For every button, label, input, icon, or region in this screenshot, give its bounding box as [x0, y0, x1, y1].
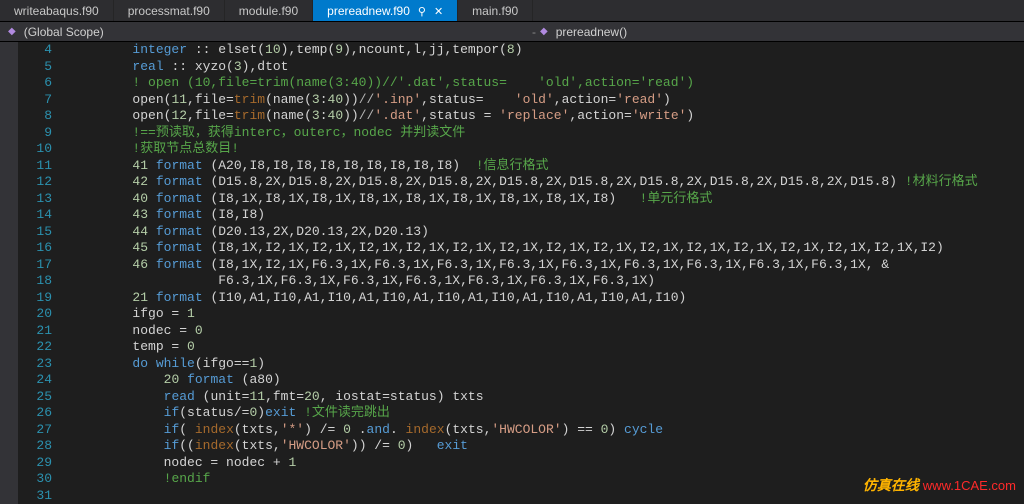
code-editor[interactable]: 4567891011121314151617181920212223242526…: [0, 42, 1024, 504]
code-line[interactable]: 21 format (I10,A1,I10,A1,I10,A1,I10,A1,I…: [70, 290, 978, 307]
code-line[interactable]: if((index(txts,'HWCOLOR')) /= 0) exit: [70, 438, 978, 455]
line-number: 29: [18, 455, 52, 472]
tab-writeabaqus-f90[interactable]: writeabaqus.f90: [0, 0, 114, 21]
line-number: 10: [18, 141, 52, 158]
line-number: 5: [18, 59, 52, 76]
code-line[interactable]: do while(ifgo==1): [70, 356, 978, 373]
code-line[interactable]: !获取节点总数目!: [70, 141, 978, 158]
code-line[interactable]: ifgo = 1: [70, 306, 978, 323]
code-line[interactable]: 42 format (D15.8,2X,D15.8,2X,D15.8,2X,D1…: [70, 174, 978, 191]
breadcrumb: ◆ (Global Scope) - ◆ prereadnew(): [0, 22, 1024, 42]
code-line[interactable]: ! open (10,file=trim(name(3:40))//'.dat'…: [70, 75, 978, 92]
code-line[interactable]: temp = 0: [70, 339, 978, 356]
code-line[interactable]: read (unit=11,fmt=20, iostat=status) txt…: [70, 389, 978, 406]
code-line[interactable]: if( index(txts,'*') /= 0 .and. index(txt…: [70, 422, 978, 439]
code-line[interactable]: 40 format (I8,1X,I8,1X,I8,1X,I8,1X,I8,1X…: [70, 191, 978, 208]
code-line[interactable]: open(12,file=trim(name(3:40))//'.dat',st…: [70, 108, 978, 125]
line-number: 19: [18, 290, 52, 307]
method-icon: ◆: [540, 26, 548, 37]
code-line[interactable]: 44 format (D20.13,2X,D20.13,2X,D20.13): [70, 224, 978, 241]
code-line[interactable]: if(status/=0)exit !文件读完跳出: [70, 405, 978, 422]
tab-module-f90[interactable]: module.f90: [225, 0, 313, 21]
code-line[interactable]: !endif: [70, 471, 978, 488]
code-line[interactable]: 45 format (I8,1X,I2,1X,I2,1X,I2,1X,I2,1X…: [70, 240, 978, 257]
code-line[interactable]: F6.3,1X,F6.3,1X,F6.3,1X,F6.3,1X,F6.3,1X,…: [70, 273, 978, 290]
code-line[interactable]: 20 format (a80): [70, 372, 978, 389]
watermark: 仿真在线 www.1CAE.com: [863, 475, 1016, 495]
file-tabs: writeabaqus.f90processmat.f90module.f90p…: [0, 0, 1024, 22]
pin-icon[interactable]: ⚲: [418, 6, 426, 18]
line-number: 31: [18, 488, 52, 504]
line-number: 9: [18, 125, 52, 142]
line-number: 20: [18, 306, 52, 323]
line-number: 14: [18, 207, 52, 224]
code-line[interactable]: 46 format (I8,1X,I2,1X,F6.3,1X,F6.3,1X,F…: [70, 257, 978, 274]
indicator-margin: [0, 42, 18, 504]
line-number: 22: [18, 339, 52, 356]
code-line[interactable]: 41 format (A20,I8,I8,I8,I8,I8,I8,I8,I8,I…: [70, 158, 978, 175]
code-line[interactable]: nodec = nodec + 1: [70, 455, 978, 472]
code-line[interactable]: integer :: elset(10),temp(9),ncount,l,jj…: [70, 42, 978, 59]
tab-prereadnew-f90[interactable]: prereadnew.f90⚲✕: [313, 0, 458, 21]
code-line[interactable]: open(11,file=trim(name(3:40))//'.inp',st…: [70, 92, 978, 109]
scope-icon: ◆: [8, 26, 16, 37]
code-line[interactable]: nodec = 0: [70, 323, 978, 340]
line-number-gutter: 4567891011121314151617181920212223242526…: [18, 42, 66, 504]
line-number: 16: [18, 240, 52, 257]
code-area[interactable]: integer :: elset(10),temp(9),ncount,l,jj…: [66, 42, 978, 504]
line-number: 4: [18, 42, 52, 59]
line-number: 28: [18, 438, 52, 455]
code-line[interactable]: 43 format (I8,I8): [70, 207, 978, 224]
scope-label[interactable]: (Global Scope): [24, 25, 104, 39]
line-number: 26: [18, 405, 52, 422]
line-number: 7: [18, 92, 52, 109]
tab-processmat-f90[interactable]: processmat.f90: [114, 0, 225, 21]
tab-main-f90[interactable]: main.f90: [458, 0, 533, 21]
line-number: 25: [18, 389, 52, 406]
line-number: 17: [18, 257, 52, 274]
close-icon[interactable]: ✕: [434, 6, 443, 18]
code-line[interactable]: [70, 488, 978, 504]
line-number: 23: [18, 356, 52, 373]
member-label[interactable]: prereadnew(): [556, 25, 627, 39]
code-line[interactable]: real :: xyzo(3),dtot: [70, 59, 978, 76]
line-number: 11: [18, 158, 52, 175]
line-number: 18: [18, 273, 52, 290]
line-number: 8: [18, 108, 52, 125]
line-number: 30: [18, 471, 52, 488]
code-line[interactable]: !==预读取，获得interc，outerc，nodec 并判读文件: [70, 125, 978, 142]
line-number: 13: [18, 191, 52, 208]
line-number: 12: [18, 174, 52, 191]
line-number: 15: [18, 224, 52, 241]
line-number: 24: [18, 372, 52, 389]
line-number: 21: [18, 323, 52, 340]
line-number: 6: [18, 75, 52, 92]
line-number: 27: [18, 422, 52, 439]
